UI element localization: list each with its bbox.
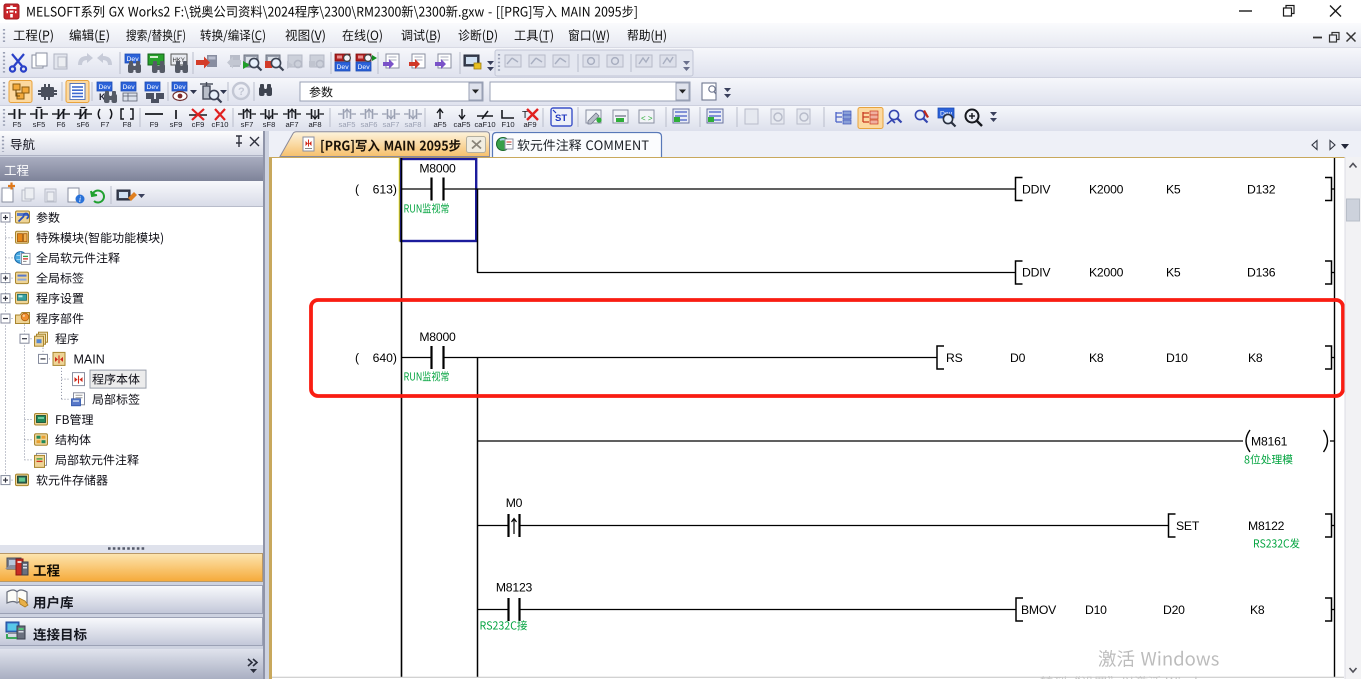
svg-text:D136: D136: [1247, 266, 1276, 280]
svg-text:K5: K5: [1166, 266, 1181, 280]
svg-text:?: ?: [238, 86, 245, 98]
svg-text:K8: K8: [1248, 351, 1263, 365]
svg-text:D132: D132: [1247, 183, 1276, 197]
svg-text:sF7: sF7: [241, 120, 254, 129]
svg-text:cF10: cF10: [212, 120, 229, 129]
svg-text:F5: F5: [13, 120, 22, 129]
svg-text:Dev: Dev: [147, 84, 160, 91]
svg-text:saF8: saF8: [405, 120, 422, 129]
svg-text:K2000: K2000: [1089, 183, 1124, 197]
svg-text:K2000: K2000: [1089, 266, 1124, 280]
svg-text:F7: F7: [101, 120, 110, 129]
svg-text:aF8: aF8: [308, 120, 321, 129]
svg-text:saF6: saF6: [361, 120, 378, 129]
svg-text:DDIV: DDIV: [1022, 266, 1051, 280]
svg-text:D10: D10: [1085, 603, 1107, 617]
svg-text:Dev: Dev: [174, 84, 187, 91]
svg-text:( 640): ( 640): [355, 351, 397, 365]
svg-text:M8123: M8123: [496, 581, 533, 595]
svg-text:DDIV: DDIV: [1022, 183, 1051, 197]
svg-text:F10: F10: [501, 120, 514, 129]
svg-text:D10: D10: [1166, 351, 1188, 365]
svg-text:aF5: aF5: [433, 120, 446, 129]
svg-text:ST: ST: [555, 113, 567, 124]
svg-text:Dev: Dev: [99, 84, 112, 91]
svg-text:M8000: M8000: [419, 330, 456, 344]
svg-text:M8000: M8000: [419, 162, 456, 176]
svg-text:M8161: M8161: [1251, 435, 1288, 449]
svg-text:sF9: sF9: [170, 120, 183, 129]
svg-text:Dev: Dev: [123, 84, 136, 91]
svg-text:sF5: sF5: [33, 120, 46, 129]
svg-text:MAIN: MAIN: [74, 352, 105, 366]
svg-text:saF7: saF7: [383, 120, 400, 129]
svg-text:SET: SET: [1176, 519, 1200, 533]
svg-text:aF7: aF7: [285, 120, 298, 129]
svg-text:BMOV: BMOV: [1021, 603, 1057, 617]
svg-text:K8: K8: [1250, 603, 1265, 617]
svg-text:D20: D20: [1163, 603, 1185, 617]
svg-text:M8122: M8122: [1248, 519, 1285, 533]
svg-text:saF5: saF5: [339, 120, 356, 129]
svg-text:sF6: sF6: [77, 120, 90, 129]
svg-text:F9: F9: [150, 120, 159, 129]
svg-text:caF10: caF10: [474, 120, 495, 129]
svg-text:K8: K8: [1089, 351, 1104, 365]
svg-text:F8: F8: [123, 120, 132, 129]
svg-text:M0: M0: [506, 496, 523, 510]
svg-text:F6: F6: [57, 120, 66, 129]
svg-text:Dev: Dev: [358, 64, 371, 71]
svg-text:< >: < >: [641, 114, 653, 123]
svg-text:D0: D0: [1010, 351, 1026, 365]
svg-text:i: i: [79, 195, 81, 204]
svg-text:aF9: aF9: [523, 120, 536, 129]
svg-text:Dev: Dev: [337, 64, 350, 71]
svg-text:K5: K5: [1166, 183, 1181, 197]
svg-text:( 613): ( 613): [355, 183, 397, 197]
svg-text:caF5: caF5: [454, 120, 471, 129]
svg-text:sF8: sF8: [263, 120, 276, 129]
svg-text:RS: RS: [946, 351, 963, 365]
svg-text:cF9: cF9: [192, 120, 205, 129]
